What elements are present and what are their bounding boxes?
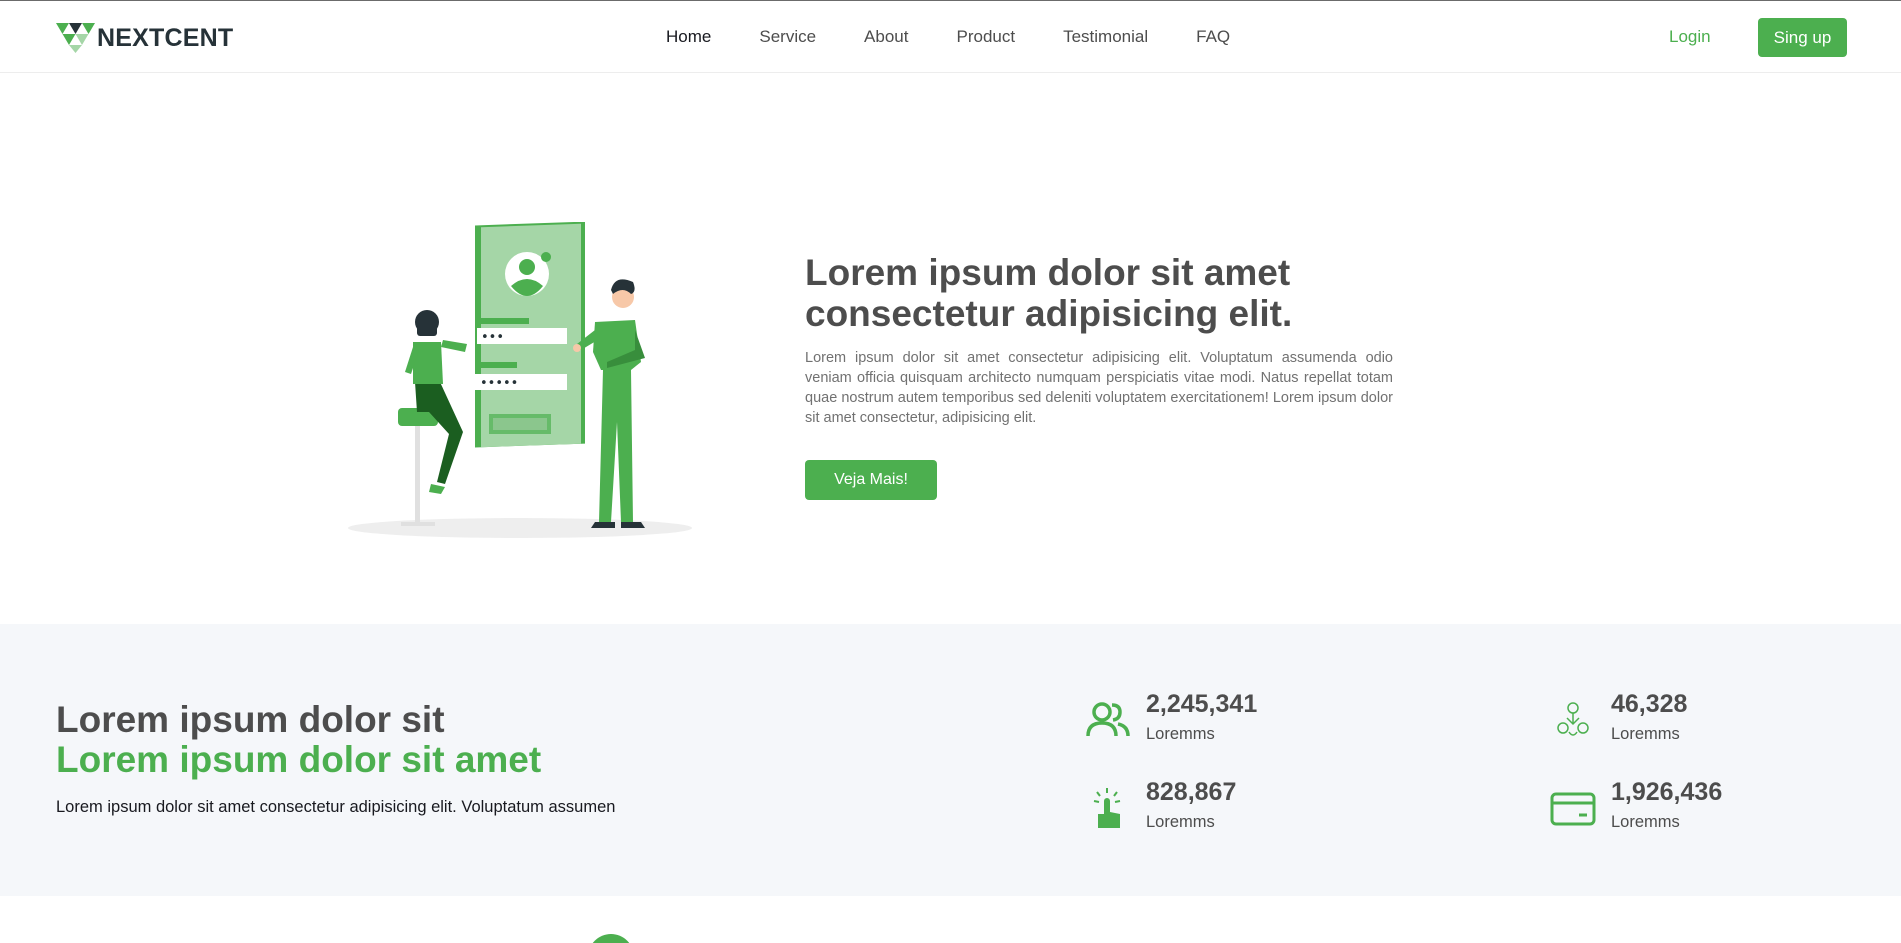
stat-label: Loremms [1146, 725, 1215, 743]
login-illustration: ••• ••••• [348, 222, 692, 538]
brand-logo[interactable]: NEXTCENT [56, 23, 233, 53]
next-section-badge [588, 934, 634, 943]
stat-number: 828,867 [1146, 778, 1237, 806]
stat-label: Loremms [1611, 725, 1680, 743]
stats-section: Lorem ipsum dolor sit Lorem ipsum dolor … [0, 624, 1901, 896]
stat-number: 1,926,436 [1611, 778, 1723, 806]
nav-item-faq[interactable]: FAQ [1196, 27, 1230, 47]
password-dots-2: ••••• [480, 376, 518, 391]
hero-title: Lorem ipsum dolor sit amet consectetur a… [805, 252, 1293, 334]
click-icon [1093, 788, 1121, 828]
nav-item-product[interactable]: Product [956, 27, 1015, 47]
stat-item: 828,867 Loremms [1084, 778, 1364, 838]
stat-label: Loremms [1611, 813, 1680, 831]
hands-icon [1557, 702, 1589, 736]
nav-item-service[interactable]: Service [759, 27, 816, 47]
stat-number: 46,328 [1611, 690, 1688, 718]
nav-item-about[interactable]: About [864, 27, 908, 47]
logo-mark-icon [56, 23, 95, 53]
card-icon [1550, 792, 1596, 826]
stat-item: 46,328 Loremms [1549, 690, 1829, 750]
nav-item-home[interactable]: Home [666, 27, 711, 47]
site-header: NEXTCENT Home Service About Product Test… [0, 1, 1901, 73]
stat-item: 1,926,436 Loremms [1549, 778, 1829, 838]
hero-description: Lorem ipsum dolor sit amet consectetur a… [805, 350, 1393, 426]
stat-item: 2,245,341 Loremms [1084, 690, 1364, 750]
brand-name: NEXTCENT [97, 23, 234, 52]
stats-title: Lorem ipsum dolor sit [56, 699, 445, 740]
see-more-button[interactable]: Veja Mais! [805, 460, 937, 500]
nav-item-testimonial[interactable]: Testimonial [1063, 27, 1148, 47]
stats-description: Lorem ipsum dolor sit amet consectetur a… [56, 798, 616, 816]
signup-button[interactable]: Sing up [1758, 18, 1847, 57]
main-nav: Home Service About Product Testimonial F… [666, 27, 1230, 47]
password-dots-1: ••• [481, 330, 504, 345]
users-icon [1086, 702, 1130, 737]
stats-subtitle: Lorem ipsum dolor sit amet [56, 739, 542, 780]
stat-label: Loremms [1146, 813, 1215, 831]
stat-number: 2,245,341 [1146, 690, 1258, 718]
login-link[interactable]: Login [1669, 27, 1711, 47]
